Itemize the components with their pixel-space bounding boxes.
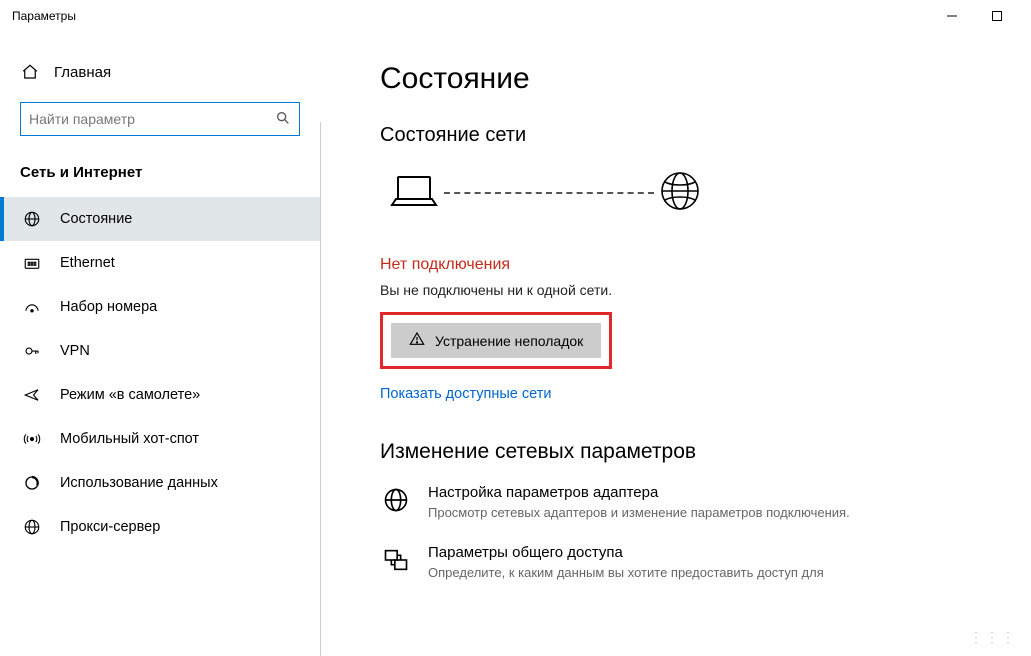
laptop-icon — [388, 171, 440, 214]
globe-large-icon — [658, 169, 702, 216]
network-diagram — [380, 169, 1031, 216]
maximize-button[interactable] — [974, 1, 1019, 31]
warning-icon — [409, 331, 425, 350]
no-connection-heading: Нет подключения — [380, 256, 1031, 274]
sidebar-item-proxy[interactable]: Прокси-сервер — [0, 505, 320, 549]
sidebar-item-status[interactable]: Состояние — [0, 197, 320, 241]
search-icon — [275, 110, 291, 129]
no-connection-text: Вы не подключены ни к одной сети. — [380, 282, 1031, 298]
search-input[interactable] — [29, 111, 275, 127]
datausage-icon — [22, 473, 42, 493]
sidebar-item-hotspot[interactable]: Мобильный хот-спот — [0, 417, 320, 461]
minimize-button[interactable] — [929, 1, 974, 31]
sharing-icon — [382, 546, 410, 582]
sidebar-item-label: Прокси-сервер — [60, 519, 160, 535]
titlebar: Параметры — [0, 0, 1031, 32]
adapter-desc: Просмотр сетевых адаптеров и изменение п… — [428, 504, 850, 522]
adapter-settings-item[interactable]: Настройка параметров адаптера Просмотр с… — [380, 484, 1031, 522]
hotspot-icon — [22, 429, 42, 449]
show-networks-link[interactable]: Показать доступные сети — [380, 386, 551, 402]
highlight-annotation: Устранение неполадок — [380, 312, 612, 369]
search-box[interactable] — [20, 102, 300, 136]
sidebar-item-label: Мобильный хот-спот — [60, 431, 199, 447]
resize-grip[interactable]: ⋮⋮⋮ — [969, 629, 1017, 646]
page-title: Состояние — [380, 62, 1031, 96]
home-icon — [20, 62, 40, 82]
troubleshoot-label: Устранение неполадок — [435, 333, 583, 349]
category-header: Сеть и Интернет — [0, 156, 320, 197]
sidebar-item-vpn[interactable]: VPN — [0, 329, 320, 373]
window-controls — [929, 1, 1019, 31]
main-content: Состояние Состояние сети Нет подключения… — [320, 32, 1031, 656]
adapter-title: Настройка параметров адаптера — [428, 484, 850, 501]
sharing-title: Параметры общего доступа — [428, 544, 824, 561]
proxy-icon — [22, 517, 42, 537]
sharing-settings-item[interactable]: Параметры общего доступа Определите, к к… — [380, 544, 1031, 582]
network-status-heading: Состояние сети — [380, 124, 1031, 147]
sidebar-item-label: Режим «в самолете» — [60, 387, 200, 403]
airplane-icon — [22, 385, 42, 405]
sidebar-item-label: Использование данных — [60, 475, 218, 491]
sidebar: Главная Сеть и Интернет Состояние Ethern… — [0, 32, 320, 656]
sidebar-item-label: Ethernet — [60, 255, 115, 271]
globe-icon — [22, 209, 42, 229]
sidebar-item-label: Состояние — [60, 211, 132, 227]
sidebar-item-dialup[interactable]: Набор номера — [0, 285, 320, 329]
troubleshoot-button[interactable]: Устранение неполадок — [391, 323, 601, 358]
ethernet-icon — [22, 253, 42, 273]
sidebar-item-airplane[interactable]: Режим «в самолете» — [0, 373, 320, 417]
sidebar-item-label: VPN — [60, 343, 90, 359]
sidebar-item-ethernet[interactable]: Ethernet — [0, 241, 320, 285]
sidebar-item-label: Набор номера — [60, 299, 157, 315]
adapter-icon — [382, 486, 410, 522]
dialup-icon — [22, 297, 42, 317]
vpn-icon — [22, 341, 42, 361]
connection-line — [444, 192, 654, 194]
change-settings-heading: Изменение сетевых параметров — [380, 440, 1031, 464]
home-label: Главная — [54, 64, 111, 81]
home-link[interactable]: Главная — [0, 52, 320, 92]
sidebar-item-datausage[interactable]: Использование данных — [0, 461, 320, 505]
sharing-desc: Определите, к каким данным вы хотите пре… — [428, 564, 824, 582]
window-title: Параметры — [12, 9, 929, 23]
